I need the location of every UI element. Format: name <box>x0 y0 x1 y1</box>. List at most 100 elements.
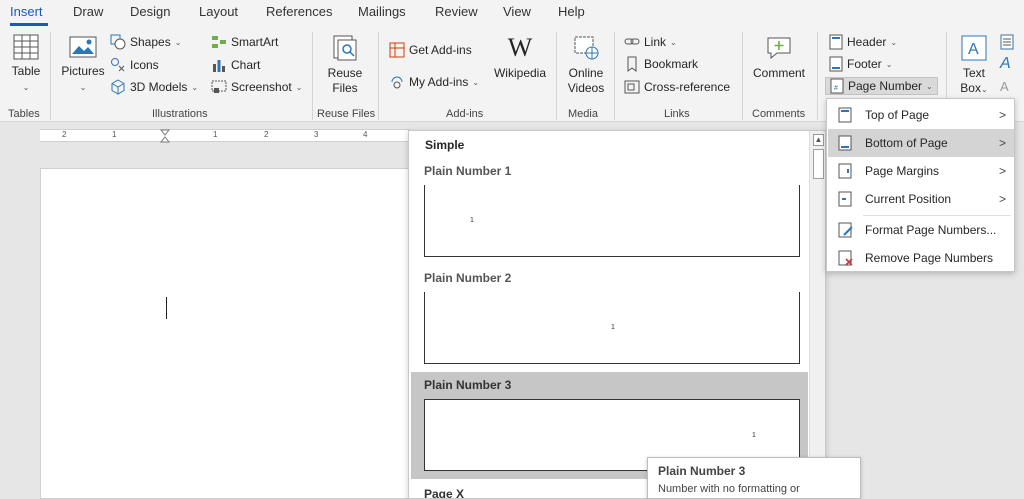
gallery-item-preview: 1 <box>424 292 800 364</box>
menu-item-format-page-numbers[interactable]: Format Page Numbers... <box>828 216 1014 244</box>
text-box-icon: A <box>961 35 987 61</box>
menu-item-top-of-page[interactable]: Top of Page > <box>828 101 1014 129</box>
ruler-label: 1 <box>112 130 117 139</box>
screenshot-button[interactable]: Screenshot ⌄ <box>211 78 302 96</box>
footer-icon <box>829 56 843 72</box>
menu-item-page-margins[interactable]: Page Margins > <box>828 157 1014 185</box>
icons-icon <box>111 58 125 72</box>
group-label-add-ins: Add-ins <box>446 108 484 120</box>
group-separator <box>817 32 818 120</box>
drop-cap-button[interactable]: A <box>1000 77 1009 95</box>
my-add-ins-button[interactable]: My Add-ins ⌄ <box>389 73 479 91</box>
link-icon <box>624 38 640 45</box>
tab-references[interactable]: References <box>266 4 332 19</box>
indent-marker-icon[interactable] <box>160 129 170 143</box>
svg-text:#: # <box>834 85 838 92</box>
wordart-icon: A <box>1000 55 1011 72</box>
chevron-down-icon: ⌄ <box>79 83 87 92</box>
screenshot-label: Screenshot <box>231 80 292 94</box>
remove-page-numbers-icon <box>838 250 853 266</box>
quick-parts-button[interactable] <box>1000 33 1014 51</box>
get-add-ins-label: Get Add-ins <box>409 43 472 57</box>
format-page-numbers-icon <box>838 222 853 238</box>
chevron-right-icon: > <box>998 136 1006 150</box>
bookmark-icon <box>627 56 637 72</box>
menu-item-bottom-of-page[interactable]: Bottom of Page > <box>828 129 1014 157</box>
ruler-label: 4 <box>363 130 368 139</box>
shapes-icon <box>110 34 126 50</box>
reuse-label-line2: Files <box>332 81 358 95</box>
gallery-item-plain-number-1[interactable]: Plain Number 1 1 <box>411 161 808 261</box>
menu-item-label: Page Margins <box>865 164 940 178</box>
document-page[interactable] <box>40 168 410 499</box>
ruler-label: 1 <box>213 130 218 139</box>
online-videos-button[interactable]: Online Videos <box>564 34 608 96</box>
gallery-scrollbar[interactable]: ▲ <box>809 131 825 498</box>
tab-view[interactable]: View <box>503 4 531 19</box>
group-separator <box>556 32 557 120</box>
current-position-icon <box>838 191 852 207</box>
group-separator <box>312 32 313 120</box>
chart-icon <box>213 60 225 72</box>
tab-help[interactable]: Help <box>558 4 585 19</box>
menu-item-label: Top of Page <box>865 108 930 122</box>
shapes-label: Shapes <box>130 35 171 49</box>
comment-label: Comment <box>752 66 805 80</box>
footer-button[interactable]: Footer ⌄ <box>829 55 892 73</box>
wikipedia-label: Wikipedia <box>493 66 547 80</box>
get-add-ins-button[interactable]: Get Add-ins <box>389 41 472 59</box>
svg-text:A: A <box>968 41 979 58</box>
tab-insert[interactable]: Insert <box>10 4 43 19</box>
page-number-sample: 1 <box>470 217 474 224</box>
smartart-button[interactable]: SmartArt <box>211 33 278 51</box>
online-video-icon <box>574 36 599 60</box>
bottom-of-page-icon <box>838 135 852 151</box>
gallery-item-plain-number-2[interactable]: Plain Number 2 1 <box>411 268 808 368</box>
menu-item-remove-page-numbers[interactable]: Remove Page Numbers <box>828 244 1014 272</box>
chart-label: Chart <box>231 58 261 72</box>
tab-review[interactable]: Review <box>435 4 478 19</box>
chevron-right-icon: > <box>998 108 1006 122</box>
header-label: Header <box>847 35 887 49</box>
table-button[interactable]: Table ⌄ <box>6 34 46 95</box>
icons-label: Icons <box>130 58 159 72</box>
page-number-menu: Top of Page > Bottom of Page > Page Marg… <box>826 98 1015 272</box>
smartart-icon <box>212 36 226 48</box>
wikipedia-button[interactable]: W Wikipedia <box>492 34 548 81</box>
chart-button[interactable]: Chart <box>211 56 260 74</box>
ruler-label: 2 <box>62 130 67 139</box>
tab-design[interactable]: Design <box>130 4 170 19</box>
table-icon <box>13 34 39 60</box>
page-number-sample: 1 <box>752 432 756 439</box>
page-number-icon: # <box>830 78 844 94</box>
text-box-button[interactable]: A Text Box⌄ <box>956 34 992 97</box>
tab-mailings[interactable]: Mailings <box>358 4 406 19</box>
tab-draw[interactable]: Draw <box>73 4 103 19</box>
link-button[interactable]: Link ⌄ <box>624 33 677 51</box>
group-label-illustrations: Illustrations <box>152 108 208 120</box>
header-button[interactable]: Header ⌄ <box>829 33 897 51</box>
tab-layout[interactable]: Layout <box>199 4 238 19</box>
tooltip-title: Plain Number 3 <box>658 464 746 478</box>
scroll-up-arrow-icon[interactable]: ▲ <box>813 134 824 146</box>
reuse-files-button[interactable]: Reuse Files <box>322 34 368 96</box>
page-number-button[interactable]: # Page Number ⌄ <box>825 77 938 95</box>
tooltip-description: Number with no formatting or <box>658 483 800 495</box>
bookmark-button[interactable]: Bookmark <box>624 55 698 73</box>
menu-item-current-position[interactable]: Current Position > <box>828 185 1014 213</box>
smartart-label: SmartArt <box>231 35 279 49</box>
group-separator <box>378 32 379 120</box>
cross-reference-button[interactable]: Cross-reference <box>624 78 730 96</box>
bookmark-label: Bookmark <box>644 57 699 71</box>
icons-button[interactable]: Icons <box>110 56 159 74</box>
3d-models-button[interactable]: 3D Models ⌄ <box>110 78 198 96</box>
chevron-down-icon: ⌄ <box>980 85 988 94</box>
menu-item-label: Bottom of Page <box>865 136 948 150</box>
pictures-button[interactable]: Pictures ⌄ <box>60 34 106 95</box>
wordart-button[interactable]: A <box>1000 55 1011 73</box>
comment-button[interactable]: Comment <box>750 34 808 81</box>
cube-icon <box>111 79 125 95</box>
scroll-thumb[interactable] <box>813 149 824 179</box>
shapes-button[interactable]: Shapes ⌄ <box>110 33 181 51</box>
online-videos-label-line1: Online <box>568 66 604 80</box>
